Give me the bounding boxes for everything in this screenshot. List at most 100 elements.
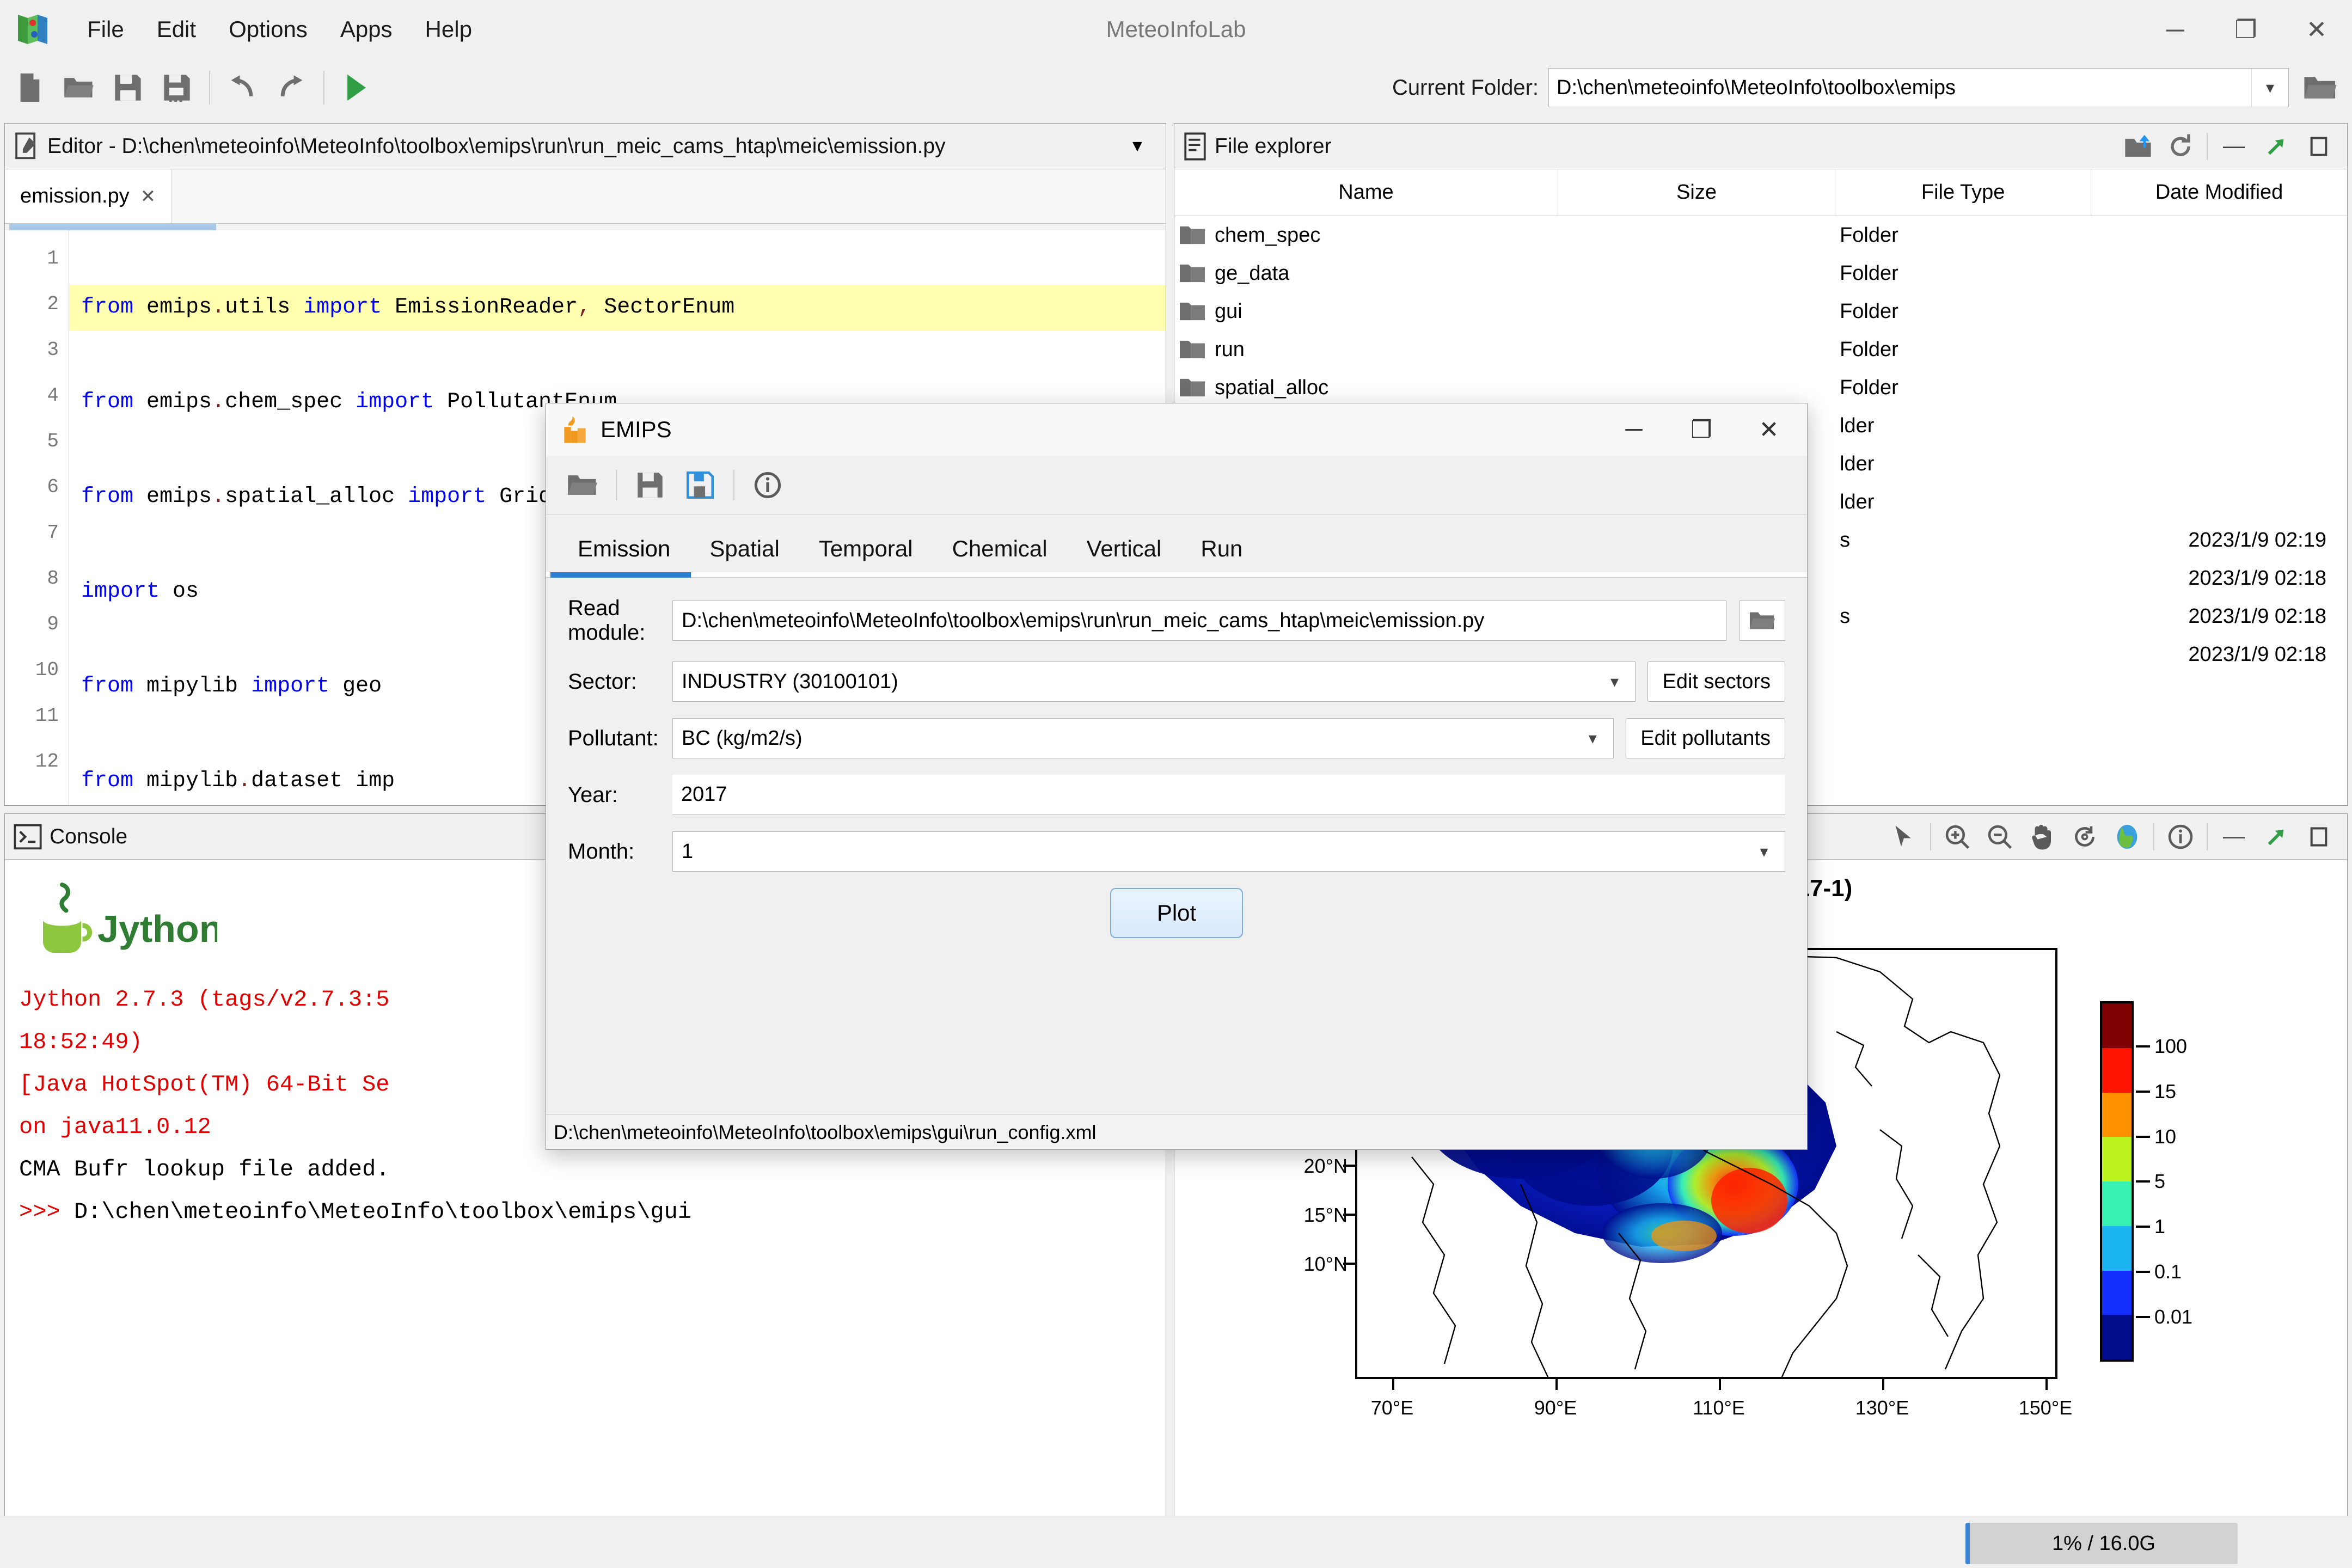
- panel-popout-icon[interactable]: [2257, 128, 2296, 164]
- emips-minimize-button[interactable]: ─: [1600, 403, 1668, 456]
- year-input[interactable]: 2017: [672, 775, 1785, 815]
- file-explorer-icon: [1183, 132, 1207, 161]
- menu-options[interactable]: Options: [212, 0, 324, 59]
- panel-minimize-icon[interactable]: —: [2214, 128, 2253, 164]
- current-folder-area: Current Folder: D:\chen\meteoinfo\MeteoI…: [1392, 59, 2342, 117]
- colorbar-segment: [2102, 1315, 2132, 1359]
- file-type-cell: [1834, 635, 2090, 673]
- chevron-down-icon[interactable]: ▼: [1118, 128, 1157, 164]
- panel-popout-icon[interactable]: [2257, 819, 2296, 855]
- menu-help[interactable]: Help: [409, 0, 488, 59]
- file-name-cell: spatial_alloc: [1174, 369, 1557, 407]
- year-label: Year:: [568, 783, 672, 807]
- y-tick-mark: [1343, 1165, 1355, 1167]
- browse-module-icon[interactable]: [1739, 601, 1785, 641]
- browse-folder-icon[interactable]: [2299, 66, 2342, 109]
- select-arrow-icon[interactable]: [1884, 819, 1924, 855]
- save-as-icon[interactable]: [677, 462, 724, 509]
- file-date-cell: [2090, 369, 2347, 407]
- close-icon[interactable]: ✕: [140, 186, 156, 207]
- open-folder-icon[interactable]: [559, 462, 606, 509]
- x-tick-label: 90°E: [1534, 1396, 1577, 1419]
- plot-button[interactable]: Plot: [1110, 888, 1243, 938]
- chevron-down-icon[interactable]: ▾: [1743, 842, 1785, 861]
- tab-emission[interactable]: Emission: [558, 525, 690, 572]
- info-icon[interactable]: [744, 462, 791, 509]
- current-folder-combobox[interactable]: D:\chen\meteoinfo\MeteoInfo\toolbox\emip…: [1548, 68, 2289, 107]
- edit-pollutants-button[interactable]: Edit pollutants: [1626, 718, 1785, 758]
- plot-button-wrap: Plot: [568, 888, 1785, 938]
- emips-window-controls: ─ ❐ ✕: [1600, 403, 1803, 456]
- memory-usage-indicator[interactable]: 1% / 16.0G: [1965, 1523, 2238, 1564]
- tab-run[interactable]: Run: [1181, 525, 1262, 572]
- table-row[interactable]: gui Folder: [1174, 292, 2347, 330]
- folder-icon: [1180, 339, 1205, 360]
- save-all-icon[interactable]: [152, 63, 201, 112]
- main-toolbar: Current Folder: D:\chen\meteoinfo\MeteoI…: [0, 59, 2352, 117]
- tab-temporal[interactable]: Temporal: [799, 525, 933, 572]
- emips-close-button[interactable]: ✕: [1735, 403, 1803, 456]
- table-row[interactable]: run Folder: [1174, 330, 2347, 369]
- x-tick-mark: [1555, 1378, 1558, 1390]
- read-module-input[interactable]: D:\chen\meteoinfo\MeteoInfo\toolbox\emip…: [672, 601, 1726, 641]
- pan-hand-icon[interactable]: [2023, 819, 2062, 855]
- editor-tab-emission[interactable]: emission.py ✕: [5, 169, 171, 223]
- reset-view-icon[interactable]: [2065, 819, 2104, 855]
- open-folder-icon[interactable]: [54, 63, 103, 112]
- file-type-cell: Folder: [1834, 216, 2090, 254]
- column-header-filetype[interactable]: File Type: [1835, 169, 2091, 216]
- sector-select[interactable]: INDUSTRY (30100101) ▾: [672, 661, 1636, 702]
- emips-dialog-title: EMIPS: [601, 416, 672, 443]
- zoom-in-icon[interactable]: [1938, 819, 1977, 855]
- line-number: 6: [5, 464, 69, 510]
- menu-apps[interactable]: Apps: [324, 0, 409, 59]
- up-folder-icon[interactable]: [2118, 128, 2158, 164]
- menu-file[interactable]: File: [71, 0, 140, 59]
- tab-spatial[interactable]: Spatial: [690, 525, 799, 572]
- column-header-name[interactable]: Name: [1174, 169, 1558, 216]
- zoom-out-icon[interactable]: [1980, 819, 2019, 855]
- tab-chemical[interactable]: Chemical: [933, 525, 1067, 572]
- menu-edit[interactable]: Edit: [140, 0, 212, 59]
- table-row[interactable]: spatial_alloc Folder: [1174, 369, 2347, 407]
- panel-maximize-icon[interactable]: [2299, 128, 2338, 164]
- toolbar-separator: [616, 470, 617, 500]
- tab-vertical[interactable]: Vertical: [1067, 525, 1181, 572]
- table-row[interactable]: chem_spec Folder: [1174, 216, 2347, 254]
- column-header-size[interactable]: Size: [1558, 169, 1835, 216]
- colorbar-segment: [2102, 1181, 2132, 1226]
- redo-icon[interactable]: [267, 63, 316, 112]
- column-header-datemodified[interactable]: Date Modified: [2091, 169, 2347, 216]
- chevron-down-icon[interactable]: ▾: [2251, 69, 2288, 107]
- minimize-button[interactable]: ─: [2140, 0, 2210, 59]
- console-prompt-line: >>> D:\chen\meteoinfo\MeteoInfo\toolbox\…: [19, 1191, 1152, 1233]
- emips-maximize-button[interactable]: ❐: [1668, 403, 1735, 456]
- new-file-icon[interactable]: [5, 63, 54, 112]
- save-icon[interactable]: [627, 462, 673, 509]
- month-select[interactable]: 1 ▾: [672, 831, 1785, 872]
- pollutant-select[interactable]: BC (kg/m2/s) ▾: [672, 718, 1614, 758]
- run-icon[interactable]: [332, 63, 381, 112]
- table-row[interactable]: ge_data Folder: [1174, 254, 2347, 292]
- panel-minimize-icon[interactable]: —: [2214, 819, 2253, 855]
- colorbar-tick-label: 5: [2154, 1170, 2165, 1193]
- month-value: 1: [673, 840, 1743, 863]
- colorbar-segment: [2102, 1226, 2132, 1271]
- close-button[interactable]: ✕: [2281, 0, 2352, 59]
- pollutant-row: Pollutant: BC (kg/m2/s) ▾ Edit pollutant…: [568, 718, 1785, 758]
- chevron-down-icon[interactable]: ▾: [1572, 729, 1613, 748]
- maximize-button[interactable]: ❐: [2210, 0, 2281, 59]
- info-icon[interactable]: [2161, 819, 2200, 855]
- edit-sectors-button[interactable]: Edit sectors: [1647, 661, 1785, 702]
- chevron-down-icon[interactable]: ▾: [1594, 672, 1635, 691]
- panel-maximize-icon[interactable]: [2299, 819, 2338, 855]
- file-type-cell: lder: [1834, 483, 2090, 521]
- globe-icon[interactable]: [2108, 819, 2147, 855]
- emips-dialog[interactable]: EMIPS ─ ❐ ✕ Emission S: [546, 403, 1808, 1150]
- emips-status-bar: D:\chen\meteoinfo\MeteoInfo\toolbox\emip…: [546, 1114, 1807, 1149]
- file-type-cell: s: [1834, 521, 2090, 559]
- editor-panel-header: Editor - D:\chen\meteoinfo\MeteoInfo\too…: [5, 124, 1166, 169]
- save-icon[interactable]: [103, 63, 152, 112]
- refresh-icon[interactable]: [2161, 128, 2200, 164]
- undo-icon[interactable]: [218, 63, 267, 112]
